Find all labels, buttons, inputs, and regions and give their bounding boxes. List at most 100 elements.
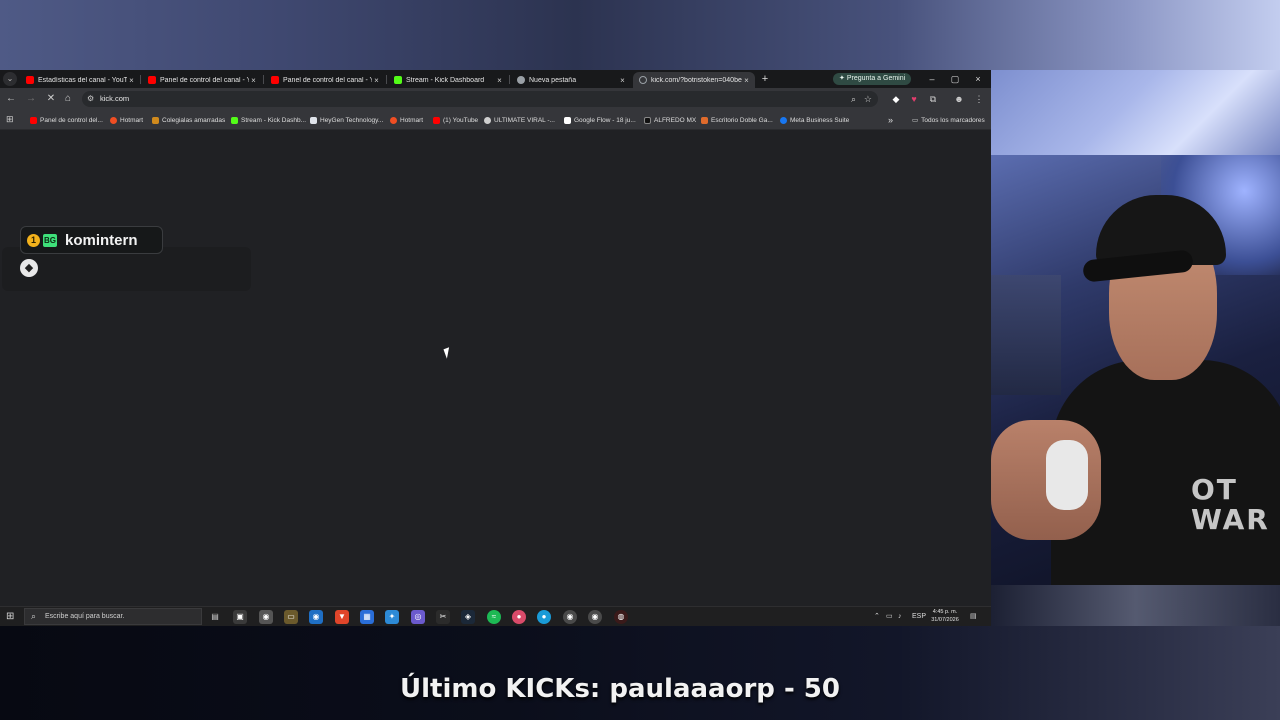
obs-icon[interactable]: ◍ <box>614 610 628 624</box>
site-icon <box>152 116 159 124</box>
windows-start-icon[interactable]: ⊞ <box>6 611 17 622</box>
loading-spinner-icon <box>639 76 647 84</box>
tab-title: Panel de control del canal - You <box>283 76 372 84</box>
tab-nueva-pestana[interactable]: Nueva pestaña × <box>511 72 631 88</box>
bookmark-star-icon[interactable]: ☆ <box>864 91 872 107</box>
stream-background-right <box>991 70 1280 156</box>
chrome-icon[interactable]: ◉ <box>259 610 273 624</box>
coin-icon: 1 <box>27 233 40 247</box>
app-icon[interactable]: ▦ <box>360 610 374 624</box>
tab-kick-dashboard[interactable]: Stream - Kick Dashboard × <box>388 72 508 88</box>
forward-arrow-icon[interactable]: → <box>24 92 38 106</box>
volume-icon[interactable]: ♪ <box>898 610 902 624</box>
file-explorer-icon[interactable]: ▭ <box>284 610 298 624</box>
all-bookmarks-button[interactable]: ▭ Todos los marcadores <box>912 114 985 126</box>
hotmart-icon <box>390 116 397 124</box>
language-indicator[interactable]: ESP <box>912 610 926 624</box>
bookmarks-overflow-icon[interactable]: » <box>888 114 893 126</box>
steam-icon[interactable]: ◈ <box>461 610 475 624</box>
menu-kebab-icon[interactable]: ⋮ <box>973 93 985 105</box>
bookmark-item[interactable]: (1) YouTube <box>433 114 478 126</box>
apps-grid-icon[interactable]: ⊞ <box>6 115 15 124</box>
bookmarks-bar: ⊞ Panel de control del... Hotmart Colegi… <box>0 110 991 130</box>
tab-estadisticas[interactable]: Estadísticas del canal - YouTube × <box>20 72 140 88</box>
close-icon[interactable]: × <box>249 76 258 85</box>
tab-strip: ⌄ Estadísticas del canal - YouTube × Pan… <box>0 70 991 88</box>
back-arrow-icon[interactable]: ← <box>4 92 18 106</box>
app-icon[interactable]: ◎ <box>411 610 425 624</box>
app-icon[interactable]: ● <box>512 610 526 624</box>
bookmark-item[interactable]: Hotmart <box>110 114 143 126</box>
bookmark-item[interactable]: Hotmart <box>390 114 423 126</box>
kick-icon <box>394 76 402 84</box>
new-tab-button[interactable]: + <box>759 73 771 85</box>
webcam-shirt-print: OT WAR <box>1191 473 1270 536</box>
close-icon[interactable]: × <box>742 76 751 85</box>
discord-icon[interactable]: ◆ <box>20 259 38 277</box>
badge-logo-icon: BG <box>43 233 57 247</box>
close-icon[interactable]: × <box>618 76 627 85</box>
site-info-icon[interactable]: ⚙ <box>87 94 97 104</box>
app-icon[interactable]: ▣ <box>233 610 247 624</box>
network-icon[interactable]: ▭ <box>886 610 893 624</box>
kick-icon <box>231 116 238 124</box>
app-icon[interactable]: ● <box>537 610 551 624</box>
edge-icon[interactable]: ◉ <box>309 610 323 624</box>
close-icon[interactable]: × <box>127 76 136 85</box>
extension-icon[interactable]: ◆ <box>890 93 902 105</box>
tab-title: Nueva pestaña <box>529 76 577 84</box>
tab-kick-active[interactable]: kick.com/?botristoken=040be × <box>633 72 755 88</box>
bookmark-item[interactable]: Google Flow - 18 ju... <box>564 114 636 126</box>
tab-separator <box>509 75 510 84</box>
webcam-microphone <box>1046 440 1088 510</box>
browser-window: ⌄ Estadísticas del canal - YouTube × Pan… <box>0 70 991 626</box>
stop-loading-icon[interactable]: ✕ <box>44 92 58 106</box>
stream-background-top <box>0 0 1280 70</box>
youtube-studio-icon <box>148 76 156 84</box>
close-icon[interactable]: × <box>372 76 381 85</box>
tray-chevron-icon[interactable]: ⌃ <box>874 610 880 624</box>
capcut-icon[interactable]: ✂ <box>436 610 450 624</box>
tab-separator <box>140 75 141 84</box>
tab-search-icon[interactable]: ⌄ <box>3 72 17 86</box>
tab-panel-control-2[interactable]: Panel de control del canal - You × <box>265 72 385 88</box>
taskbar-search-input[interactable]: ⌕ Escribe aquí para buscar. <box>24 608 202 625</box>
profile-icon[interactable]: ☻ <box>953 93 965 105</box>
chrome-icon[interactable]: ◉ <box>588 610 602 624</box>
gemini-button[interactable]: ✦ Pregunta a Gemini <box>833 73 912 85</box>
tab-panel-control-1[interactable]: Panel de control del canal - You × <box>142 72 262 88</box>
tab-title: kick.com/?botristoken=040be <box>651 76 742 84</box>
bookmark-label: ALFREDO MX <box>654 116 697 124</box>
youtube-studio-icon <box>271 76 279 84</box>
clock-time: 4:45 p. m. <box>932 609 958 615</box>
task-view-icon[interactable]: ▤ <box>208 610 222 624</box>
brave-icon[interactable]: ▼ <box>335 610 349 624</box>
bookmark-item[interactable]: Escritorio Doble Ga... <box>701 114 773 126</box>
taskbar-clock[interactable]: 4:45 p. m. 31/07/2026 <box>928 608 962 624</box>
chrome-icon[interactable]: ◉ <box>563 610 577 624</box>
home-icon[interactable]: ⌂ <box>61 92 75 106</box>
bookmark-item[interactable]: Panel de control del... <box>30 114 103 126</box>
close-window-button[interactable]: × <box>968 72 988 86</box>
address-url[interactable]: kick.com <box>100 91 129 107</box>
bookmark-item[interactable]: Meta Business Suite <box>780 114 849 126</box>
bookmark-item[interactable]: HeyGen Technology... <box>310 114 383 126</box>
bookmark-item[interactable]: Colegialas amarradas <box>152 114 225 126</box>
extension-shield-icon[interactable]: ♥ <box>908 93 920 105</box>
bookmark-item[interactable]: ULTIMATE VIRAL -... <box>484 114 555 126</box>
notifications-icon[interactable]: ▤ <box>970 610 977 624</box>
bookmark-label: Escritorio Doble Ga... <box>711 116 773 124</box>
bookmark-label: ULTIMATE VIRAL -... <box>494 116 555 124</box>
bookmark-label: Stream - Kick Dashb... <box>241 116 307 124</box>
close-icon[interactable]: × <box>495 76 504 85</box>
search-icon[interactable]: ⌕ <box>851 91 856 107</box>
address-bar[interactable]: ⚙ kick.com ⌕ ☆ <box>82 91 878 107</box>
maximize-button[interactable]: ▢ <box>945 72 965 86</box>
folder-icon: ▭ <box>912 117 919 124</box>
app-icon[interactable]: ✦ <box>385 610 399 624</box>
spotify-icon[interactable]: ≈ <box>487 610 501 624</box>
bookmark-item[interactable]: Stream - Kick Dashb... <box>231 114 306 126</box>
minimize-button[interactable]: – <box>922 72 942 86</box>
extensions-puzzle-icon[interactable]: ⧉ <box>927 93 939 105</box>
bookmark-item[interactable]: ALFREDO MX <box>644 114 696 126</box>
